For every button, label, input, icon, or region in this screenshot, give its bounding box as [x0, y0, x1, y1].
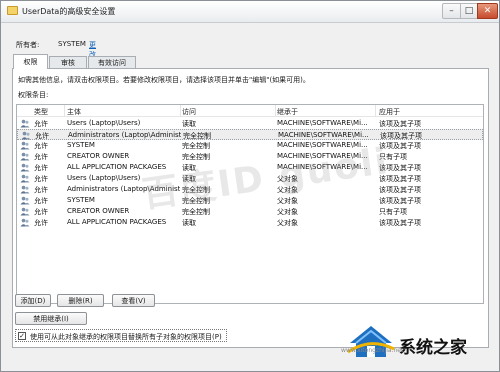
- row-principal: Users (Laptop\Users): [67, 119, 141, 127]
- security-settings-window: UserData的高级安全设置 – □ ✕ 所有者: SYSTEM 更改(C) …: [0, 0, 500, 372]
- row-access: 读取: [182, 120, 196, 128]
- column-divider[interactable]: [180, 105, 181, 117]
- owner-value: SYSTEM: [58, 40, 86, 48]
- row-applies-to: 该项及其子项: [379, 142, 421, 150]
- row-type: 允许: [34, 208, 48, 216]
- user-group-icon: [20, 119, 30, 128]
- row-applies-to: 只有子项: [379, 208, 407, 216]
- tab-permissions[interactable]: 权限: [13, 54, 48, 69]
- replace-child-permissions-option[interactable]: ✓ 使用可从此对象继承的权限项目替换所有子对象的权限项目(P): [15, 329, 227, 342]
- row-type: 允许: [34, 175, 48, 183]
- house-logo-icon: [347, 326, 395, 357]
- user-group-icon: [20, 141, 30, 150]
- site-logo: 系统之家: [346, 321, 496, 369]
- owner-label: 所有者:: [16, 41, 40, 49]
- row-type: 允许: [34, 153, 48, 161]
- row-principal: ALL APPLICATION PACKAGES: [67, 218, 167, 226]
- row-applies-to: 该项及其子项: [379, 186, 421, 194]
- table-row[interactable]: 允许 ALL APPLICATION PACKAGES 读取 父对象 该项及其子项: [17, 217, 483, 228]
- tab-auditing[interactable]: 审核: [49, 56, 87, 68]
- user-group-icon: [20, 218, 30, 227]
- table-row[interactable]: 允许 Users (Laptop\Users) 读取 MACHINE\SOFTWARE…: [17, 118, 483, 129]
- list-header: 类型 主体 访问 继承于 应用于: [17, 105, 483, 117]
- row-applies-to: 该项及其子项: [379, 164, 421, 172]
- table-row[interactable]: 允许 Administrators (Laptop\Administ... 完全控制…: [17, 129, 483, 140]
- row-applies-to: 该项及其子项: [379, 219, 421, 227]
- row-principal: Administrators (Laptop\Administ...: [68, 131, 181, 139]
- title-bar: UserData的高级安全设置 – □ ✕: [1, 1, 499, 23]
- row-type: 允许: [34, 164, 48, 172]
- row-principal: SYSTEM: [67, 141, 95, 149]
- table-row[interactable]: 允许 CREATOR OWNER 完全控制 父对象 只有子项: [17, 206, 483, 217]
- replace-child-permissions-checkbox[interactable]: ✓: [18, 332, 26, 340]
- row-inherited-from: MACHINE\SOFTWARE\Mi...: [277, 119, 368, 127]
- permission-entries-list: 类型 主体 访问 继承于 应用于 允许 Users (Laptop\Users) 读…: [16, 104, 484, 304]
- maximize-button[interactable]: □: [460, 3, 478, 19]
- user-group-icon: [20, 207, 30, 216]
- user-group-icon: [20, 174, 30, 183]
- remove-button[interactable]: 删除(R): [57, 294, 104, 307]
- site-url: www.xitongzhijia.net: [341, 347, 404, 354]
- row-inherited-from: 父对象: [277, 219, 298, 227]
- add-button[interactable]: 添加(D): [15, 294, 51, 307]
- column-header-applies-to[interactable]: 应用于: [379, 107, 400, 117]
- folder-icon: [7, 6, 18, 15]
- view-button[interactable]: 查看(V): [112, 294, 155, 307]
- row-type: 允许: [34, 120, 48, 128]
- row-applies-to: 该项及其子项: [379, 120, 421, 128]
- row-type: 允许: [34, 142, 48, 150]
- row-applies-to: 只有子项: [379, 153, 407, 161]
- row-access: 读取: [182, 219, 196, 227]
- disable-inheritance-button[interactable]: 禁用继承(I): [15, 312, 87, 325]
- user-group-icon: [20, 152, 30, 161]
- tab-effective-access[interactable]: 有效访问: [88, 56, 136, 68]
- column-header-inherited-from[interactable]: 继承于: [277, 107, 298, 117]
- window-title: UserData的高级安全设置: [22, 7, 116, 16]
- replace-child-permissions-label: 使用可从此对象继承的权限项目替换所有子对象的权限项目(P): [30, 333, 222, 341]
- column-header-principal[interactable]: 主体: [67, 107, 81, 117]
- column-header-type[interactable]: 类型: [34, 107, 48, 117]
- close-button[interactable]: ✕: [477, 3, 498, 19]
- permission-entries-label: 权限条目:: [18, 91, 49, 99]
- instructions-text: 如需其他信息，请双击权限项目。若要修改权限项目，请选择该项目并单击"编辑"(如果…: [18, 76, 310, 84]
- user-group-icon: [20, 163, 30, 172]
- column-header-access[interactable]: 访问: [182, 107, 196, 117]
- site-logo-text: 系统之家: [399, 338, 467, 358]
- column-divider[interactable]: [375, 105, 376, 117]
- user-group-icon: [20, 185, 30, 194]
- row-type: 允许: [34, 186, 48, 194]
- table-row[interactable]: 允许 SYSTEM 完全控制 MACHINE\SOFTWARE\Mi... 该项及其子项: [17, 140, 483, 151]
- row-type: 允许: [34, 197, 48, 205]
- column-divider[interactable]: [64, 105, 65, 117]
- row-principal: CREATOR OWNER: [67, 152, 130, 160]
- row-applies-to: 该项及其子项: [379, 197, 421, 205]
- user-group-icon: [20, 196, 30, 205]
- row-applies-to: 该项及其子项: [379, 175, 421, 183]
- minimize-button[interactable]: –: [442, 3, 461, 19]
- row-inherited-from: 父对象: [277, 208, 298, 216]
- column-divider[interactable]: [275, 105, 276, 117]
- row-type: 允许: [34, 219, 48, 227]
- user-group-icon: [21, 131, 31, 140]
